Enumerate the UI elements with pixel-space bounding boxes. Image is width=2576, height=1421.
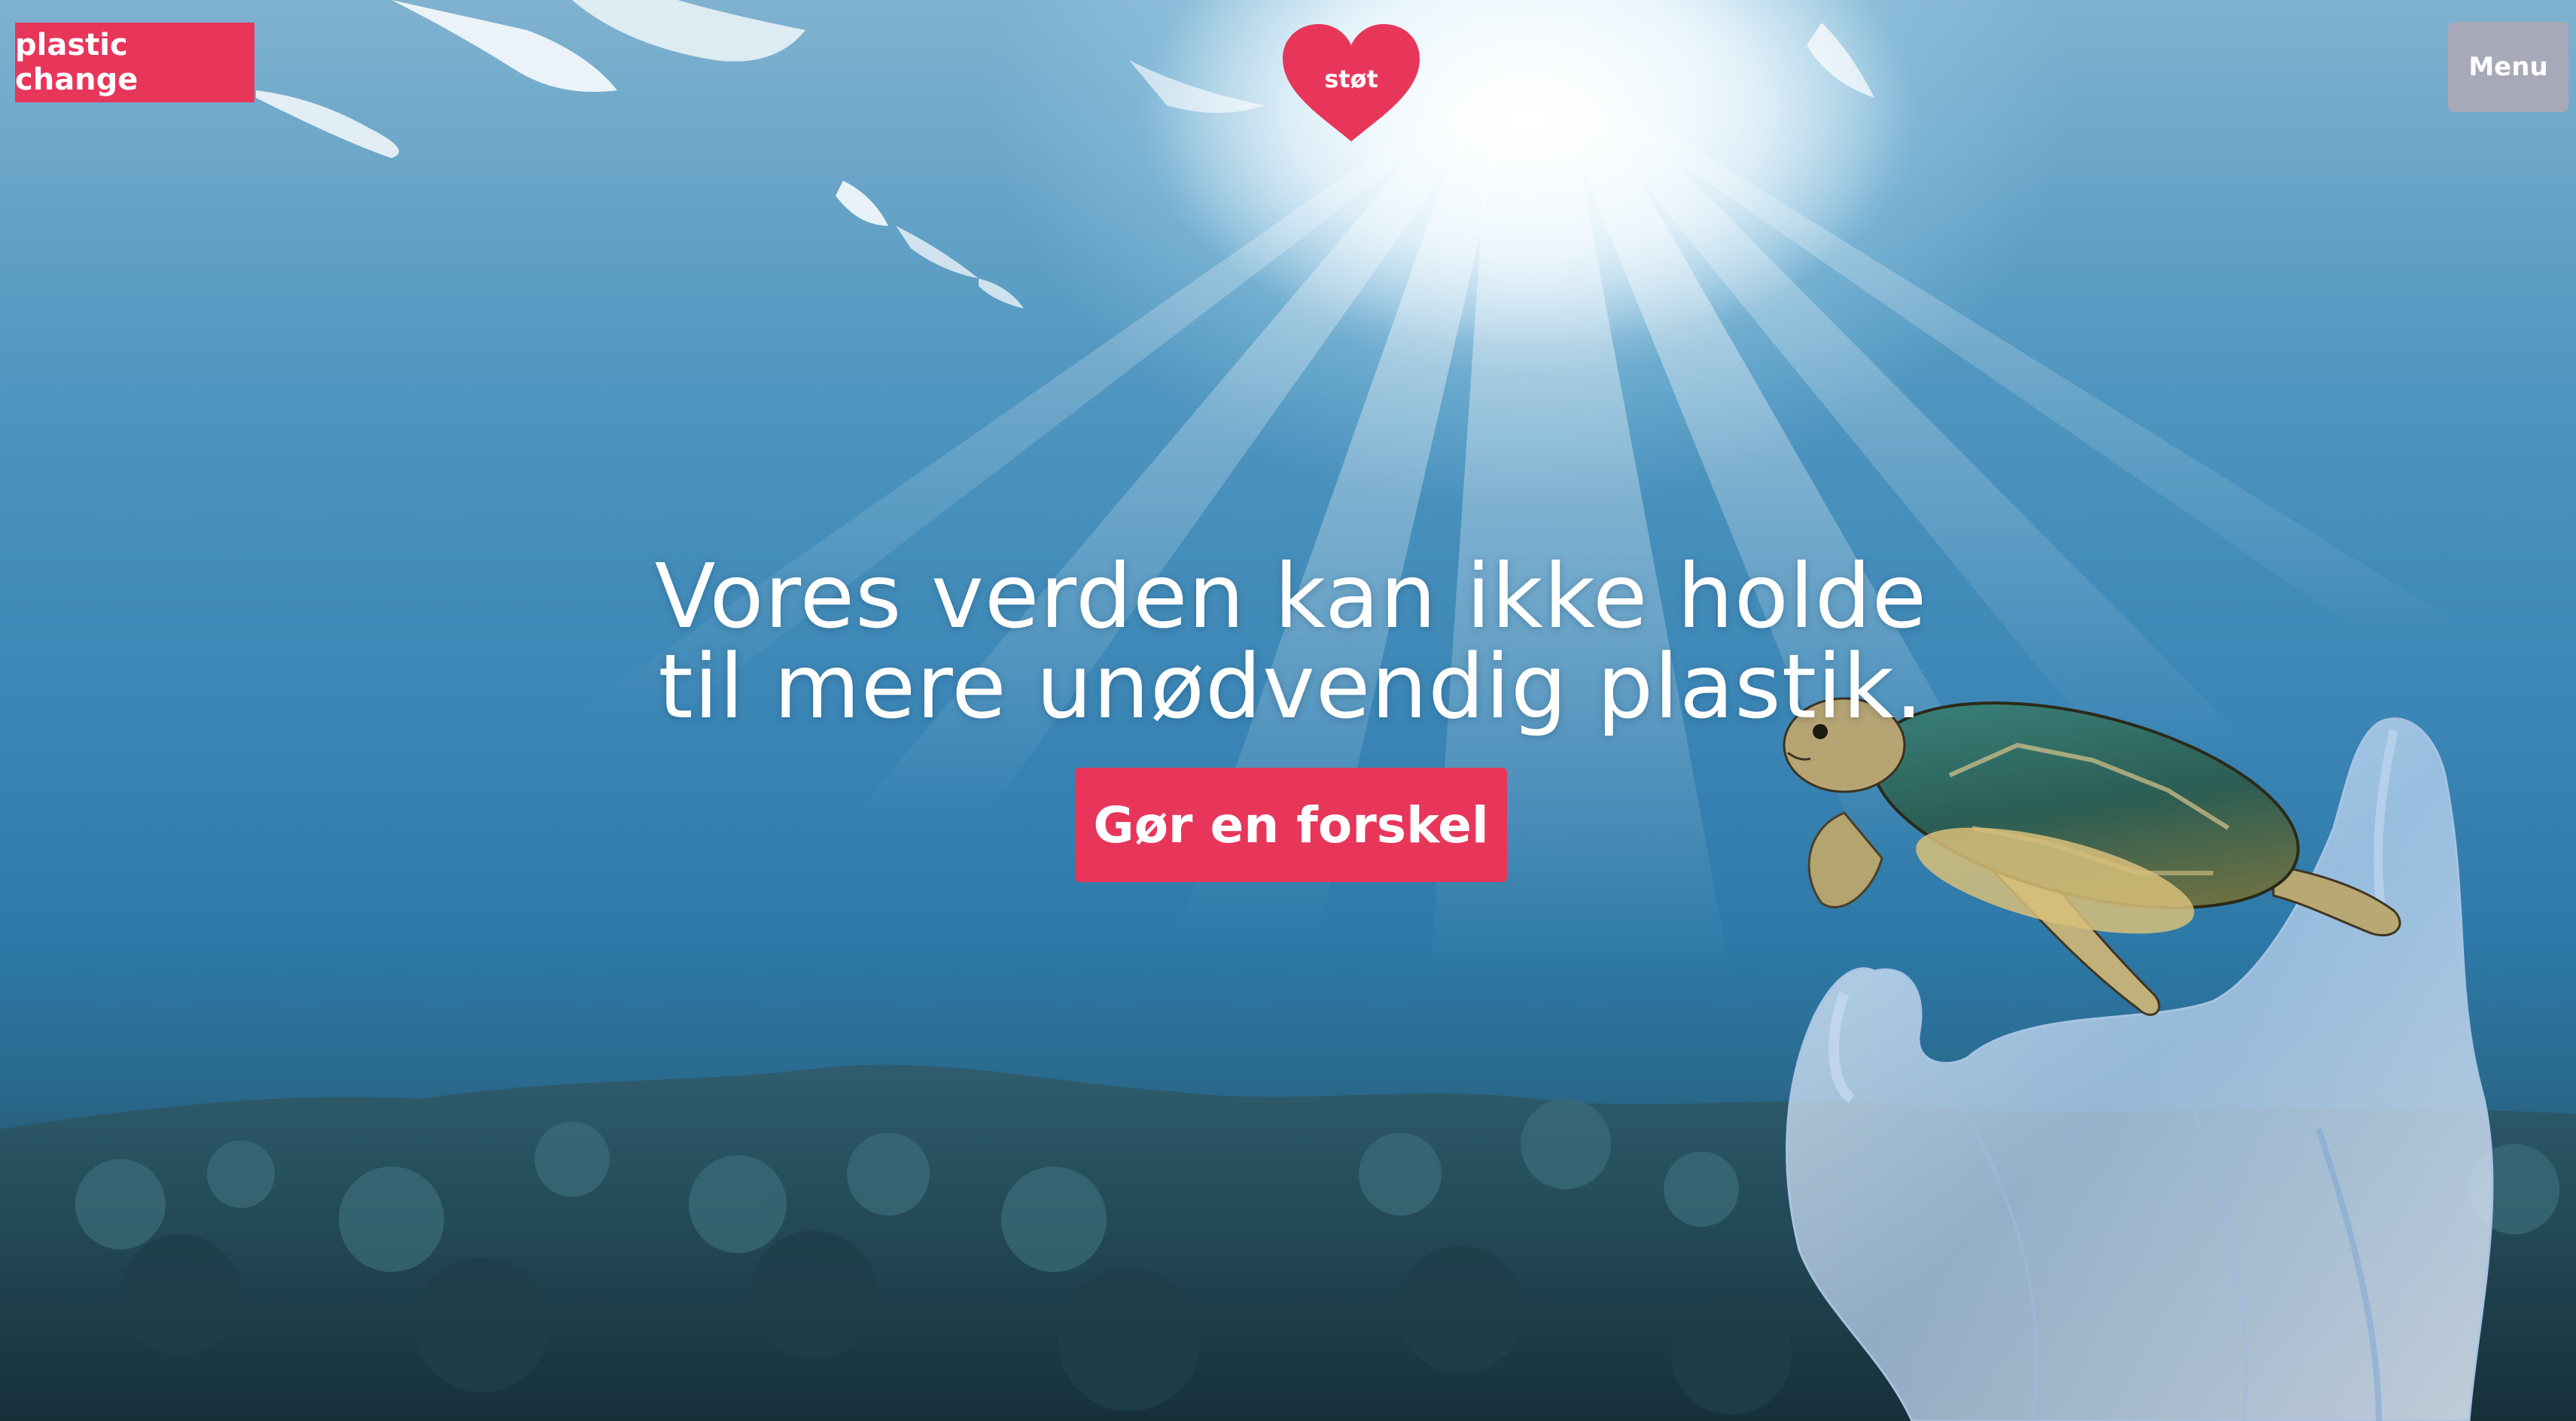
menu-button[interactable]: Menu	[2448, 22, 2568, 112]
headline-line-2: til mere unødvendig plastik.	[658, 634, 1924, 738]
logo-text: plastic change	[15, 28, 139, 97]
site-logo[interactable]: plastic change	[15, 23, 254, 102]
hero-headline: Vores verden kan ikke holde til mere unø…	[572, 551, 2010, 732]
make-a-difference-button[interactable]: Gør en forskel	[1075, 768, 1507, 882]
donate-heart-button[interactable]: støt	[1280, 21, 1423, 145]
cta-label: Gør en forskel	[1093, 796, 1489, 854]
donate-label: støt	[1324, 65, 1378, 93]
turtle-and-plastic-bag-image	[1783, 697, 2494, 1421]
headline-line-1: Vores verden kan ikke holde	[654, 544, 1928, 648]
menu-label: Menu	[2468, 52, 2548, 82]
hero-section: plastic change støt Menu Vores verden ka…	[0, 0, 2576, 1421]
